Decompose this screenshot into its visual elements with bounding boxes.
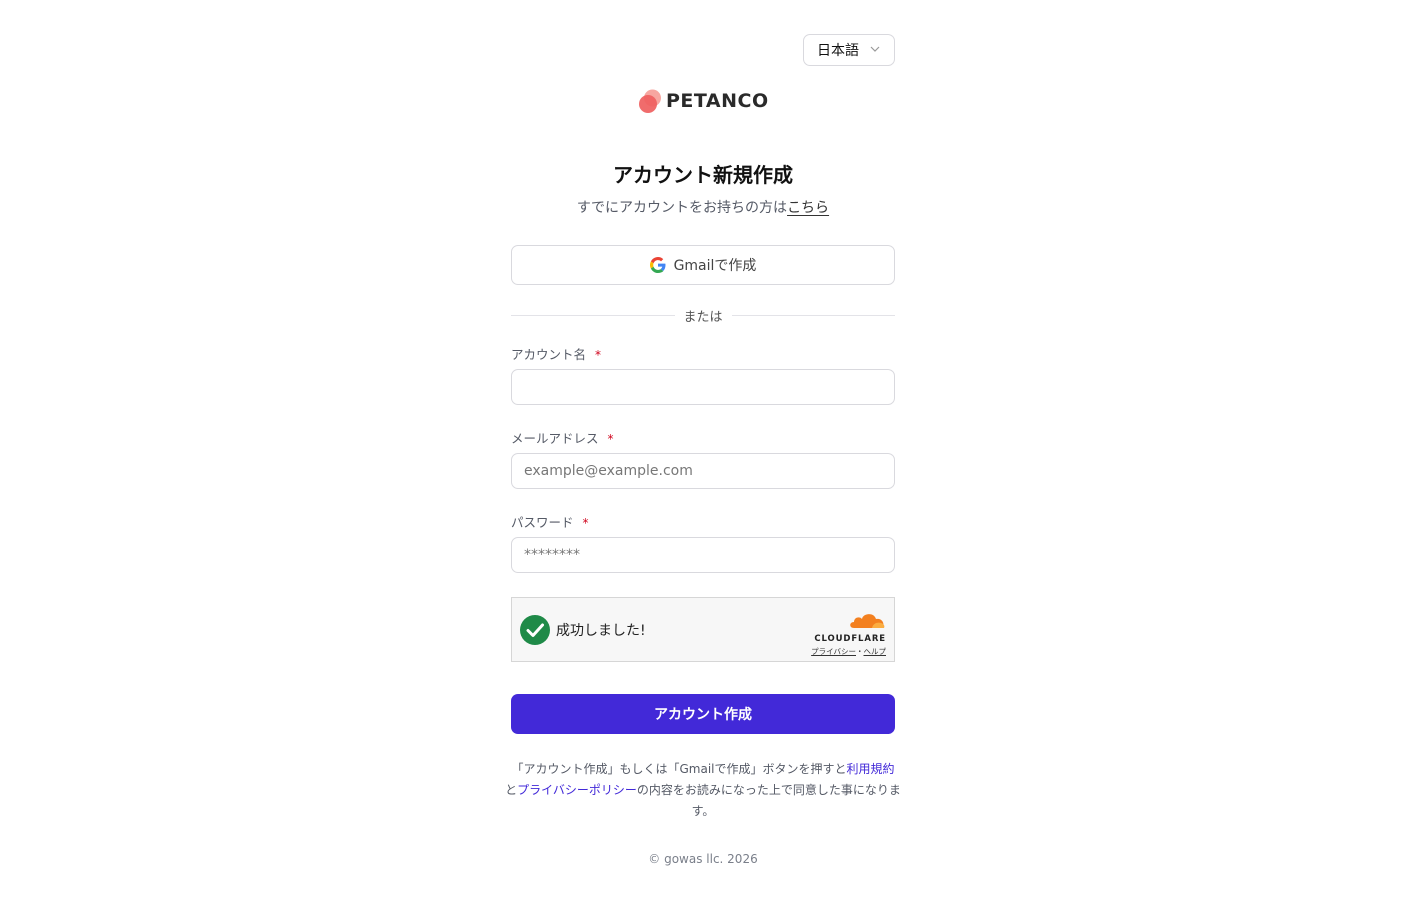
captcha-help-link[interactable]: ヘルプ	[864, 647, 887, 656]
petanco-logo-icon	[639, 89, 661, 113]
login-prompt-text: すでにアカウントをお持ちの方は	[576, 200, 788, 216]
password-label-text: パスワード	[511, 515, 574, 530]
account-name-label-text: アカウント名	[511, 347, 587, 362]
terms-text: と	[505, 783, 518, 797]
cloudflare-cloud-icon	[850, 614, 885, 628]
google-g-icon	[649, 257, 666, 273]
gmail-signup-button[interactable]: Gmailで作成	[511, 245, 895, 285]
account-name-label: アカウント名 *	[511, 344, 601, 363]
email-label: メールアドレス *	[511, 428, 614, 447]
captcha-link-separator: ・	[856, 647, 864, 656]
cloudflare-wordmark: CLOUDFLARE	[814, 634, 886, 644]
divider-text: または	[683, 309, 723, 325]
cloudflare-brand: CLOUDFLARE プライバシー・ヘルプ	[802, 611, 886, 657]
required-mark: *	[607, 432, 614, 446]
terms-of-service-link[interactable]: 利用規約	[847, 762, 895, 776]
email-label-text: メールアドレス	[511, 431, 599, 446]
terms-text: 「アカウント作成」もしくは「Gmailで作成」ボタンを押すと	[511, 762, 847, 776]
privacy-policy-link[interactable]: プライバシーポリシー	[517, 783, 637, 797]
required-mark: *	[595, 348, 602, 362]
captcha-status: 成功しました!	[556, 623, 646, 639]
or-divider: または	[511, 305, 896, 325]
email-input[interactable]	[511, 453, 895, 489]
login-link[interactable]: こちら	[787, 200, 829, 216]
captcha-widget: 成功しました! CLOUDFLARE プライバシー・ヘルプ	[511, 597, 895, 662]
login-prompt: すでにアカウントをお持ちの方はこちら	[511, 197, 895, 217]
create-account-button[interactable]: アカウント作成	[511, 694, 895, 734]
account-name-input[interactable]	[511, 369, 895, 405]
chevron-down-icon	[870, 46, 880, 52]
language-select[interactable]: 日本語	[803, 34, 895, 66]
brand-logo: PETANCO	[638, 88, 769, 114]
terms-text: の内容をお読みになった上で同意した事になります。	[636, 783, 901, 818]
password-label: パスワード *	[511, 512, 589, 531]
captcha-links: プライバシー・ヘルプ	[802, 646, 886, 657]
captcha-privacy-link[interactable]: プライバシー	[811, 647, 856, 656]
page-title: アカウント新規作成	[613, 163, 793, 187]
brand-name: PETANCO	[666, 90, 769, 112]
divider-line	[511, 314, 675, 316]
copyright: © gowas llc. 2026	[648, 852, 758, 866]
required-mark: *	[582, 516, 589, 530]
success-check-icon	[520, 615, 550, 645]
signup-page: 日本語 PETANCO アカウント新規作成 すでにアカウントをお持ちの方はこちら…	[0, 0, 1406, 917]
terms-notice: 「アカウント作成」もしくは「Gmailで作成」ボタンを押すと利用規約とプライバシ…	[505, 759, 901, 822]
password-input[interactable]	[511, 537, 895, 573]
gmail-signup-label: Gmailで作成	[673, 258, 757, 274]
language-select-value: 日本語	[817, 43, 859, 59]
divider-line	[731, 314, 896, 316]
